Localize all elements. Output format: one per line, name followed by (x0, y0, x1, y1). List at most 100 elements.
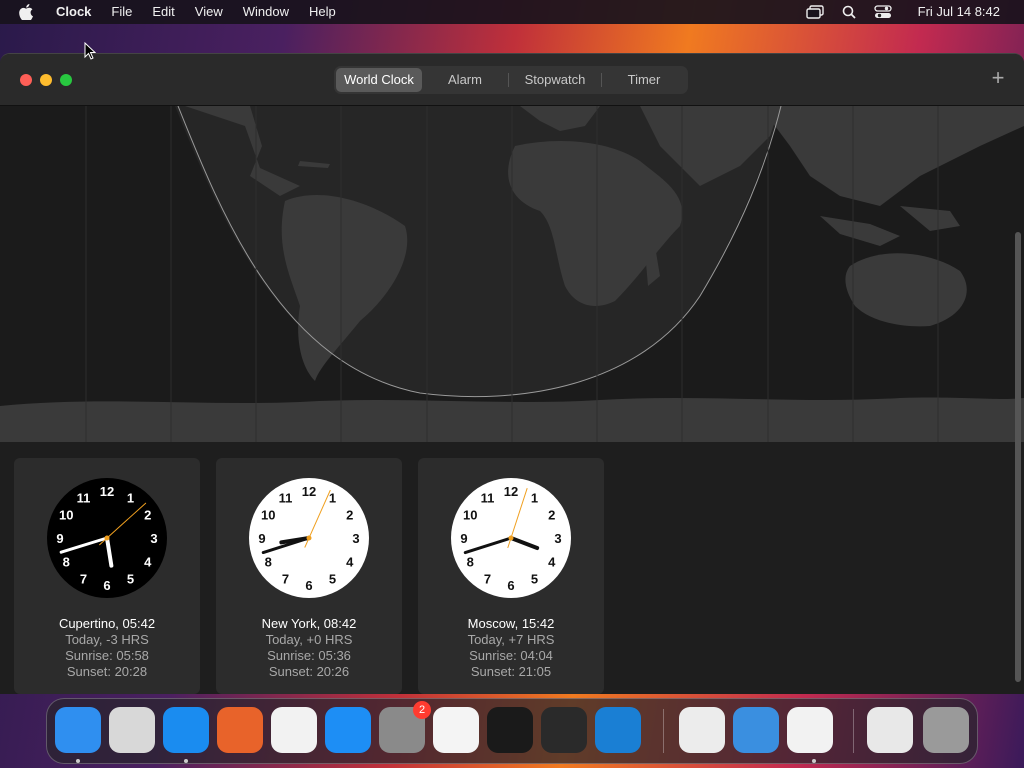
clock-number: 10 (59, 508, 73, 523)
menu-bar-clock[interactable]: Fri Jul 14 8:42 (908, 0, 1010, 24)
minimize-button[interactable] (40, 74, 52, 86)
screen-mirroring-icon[interactable] (804, 4, 826, 20)
clock-number: 12 (100, 484, 114, 499)
vertical-scrollbar[interactable] (1015, 232, 1021, 682)
clock-number: 11 (481, 490, 495, 505)
clock-number: 3 (150, 531, 157, 546)
dock-vscode-icon[interactable] (595, 707, 641, 753)
clock-number: 11 (279, 490, 293, 505)
clock-center-pin (306, 535, 312, 541)
clock-city-time: Cupertino, 05:42 (58, 616, 156, 631)
clock-city-time: New York, 08:42 (261, 616, 357, 631)
dock-trash-icon[interactable] (923, 707, 969, 753)
clock-number: 9 (460, 531, 467, 546)
clock-number: 5 (127, 572, 134, 587)
search-icon[interactable] (838, 4, 860, 20)
clock-number: 12 (504, 484, 518, 499)
clock-card-cupertino[interactable]: 12 1 2 3 4 5 6 7 8 9 10 11 Cupertino, 05:42 Today, … (14, 458, 200, 694)
clock-city-time: Moscow, 15:42 (467, 616, 555, 631)
tab-world-clock[interactable]: World Clock (336, 68, 422, 92)
menu-bar: Clock File Edit View Window Help Fri Jul… (0, 0, 1024, 24)
dock-garageband-icon[interactable] (541, 707, 587, 753)
clock-number: 3 (352, 531, 359, 546)
dock-chrome-icon[interactable] (271, 707, 317, 753)
clock-number: 6 (305, 578, 312, 593)
clock-number: 10 (463, 508, 477, 523)
clock-number: 1 (127, 490, 134, 505)
dock-terminal-icon[interactable] (487, 707, 533, 753)
clock-number: 8 (467, 555, 474, 570)
clock-number: 12 (302, 484, 316, 499)
tab-stopwatch[interactable]: Stopwatch (509, 68, 601, 92)
dock-safari-icon[interactable] (163, 707, 209, 753)
dock-textedit-icon[interactable] (433, 707, 479, 753)
tab-bar: World Clock Alarm Stopwatch Timer (334, 66, 688, 94)
dock-separator (663, 709, 664, 753)
world-clock-list: 12 1 2 3 4 5 6 7 8 9 10 11 Cupertino, 05:42 Today, … (14, 458, 604, 694)
clock-number: 3 (554, 531, 561, 546)
clock-number: 2 (144, 508, 151, 523)
clock-offset: Today, +0 HRS (265, 632, 353, 647)
apple-menu-icon[interactable] (16, 2, 36, 22)
dock-launchpad-icon[interactable] (109, 707, 155, 753)
clock-number: 8 (63, 555, 70, 570)
dock-weather-icon[interactable] (733, 707, 779, 753)
analog-clock-face: 12 12 3 45 6 789 10 11 (47, 478, 167, 598)
menu-window[interactable]: Window (233, 0, 299, 24)
clock-sunset: Sunset: 20:28 (66, 664, 148, 679)
clock-number: 11 (77, 490, 91, 505)
menu-view[interactable]: View (185, 0, 233, 24)
dock-visual-studio-icon[interactable] (679, 707, 725, 753)
notification-badge: 2 (413, 701, 431, 719)
clock-number: 4 (144, 555, 152, 570)
clock-number: 1 (329, 490, 336, 505)
dock-finder-icon[interactable] (55, 707, 101, 753)
menu-app-name[interactable]: Clock (46, 0, 101, 24)
zoom-button[interactable] (60, 74, 72, 86)
dock: 2 (46, 698, 978, 764)
window-controls (20, 74, 72, 86)
clock-number: 9 (258, 531, 265, 546)
tab-alarm[interactable]: Alarm (422, 68, 508, 92)
menu-edit[interactable]: Edit (142, 0, 184, 24)
dock-app-store-icon[interactable] (325, 707, 371, 753)
dock-firefox-icon[interactable] (217, 707, 263, 753)
world-map (0, 106, 1024, 442)
menu-help[interactable]: Help (299, 0, 346, 24)
clock-number: 7 (484, 572, 491, 587)
clock-center-pin (104, 535, 110, 541)
dock-downloads-icon[interactable] (867, 707, 913, 753)
clock-number: 6 (103, 578, 110, 593)
close-button[interactable] (20, 74, 32, 86)
analog-clock-face: 12 12 3 45 6 789 10 11 (249, 478, 369, 598)
clock-offset: Today, +7 HRS (467, 632, 555, 647)
add-city-button[interactable]: + (988, 67, 1008, 89)
clock-card-moscow[interactable]: 12 1 2 3 4 5 6 7 8 9 10 11 Moscow, 15:42 Today, +7 … (418, 458, 604, 694)
clock-number: 7 (80, 572, 87, 587)
clock-number: 8 (265, 555, 272, 570)
dock-clock-icon[interactable] (787, 707, 833, 753)
mouse-cursor-icon (84, 42, 96, 60)
clock-number: 2 (548, 508, 555, 523)
dock-separator (853, 709, 854, 753)
analog-clock-face: 12 12 3 45 6 789 10 11 (451, 478, 571, 598)
world-map-graphic (0, 106, 1024, 442)
clock-sunrise: Sunrise: 04:04 (469, 648, 553, 663)
clock-number: 10 (261, 508, 275, 523)
title-bar: World Clock Alarm Stopwatch Timer + (0, 54, 1024, 106)
dock-system-settings-icon[interactable]: 2 (379, 701, 431, 753)
clock-sunset: Sunset: 21:05 (470, 664, 552, 679)
clock-window: World Clock Alarm Stopwatch Timer + 12 1… (0, 53, 1024, 694)
clock-card-new-york[interactable]: 12 1 2 3 4 5 6 7 8 9 10 11 New York, 08:42 Today, +… (216, 458, 402, 694)
menu-file[interactable]: File (101, 0, 142, 24)
clock-sunrise: Sunrise: 05:58 (65, 648, 149, 663)
clock-number: 6 (507, 578, 514, 593)
clock-number: 9 (56, 531, 63, 546)
control-center-icon[interactable] (872, 4, 894, 20)
clock-offset: Today, -3 HRS (65, 632, 149, 647)
clock-number: 7 (282, 572, 289, 587)
tab-timer[interactable]: Timer (602, 68, 686, 92)
running-indicator (76, 759, 80, 763)
clock-sunrise: Sunrise: 05:36 (267, 648, 351, 663)
running-indicator (184, 759, 188, 763)
